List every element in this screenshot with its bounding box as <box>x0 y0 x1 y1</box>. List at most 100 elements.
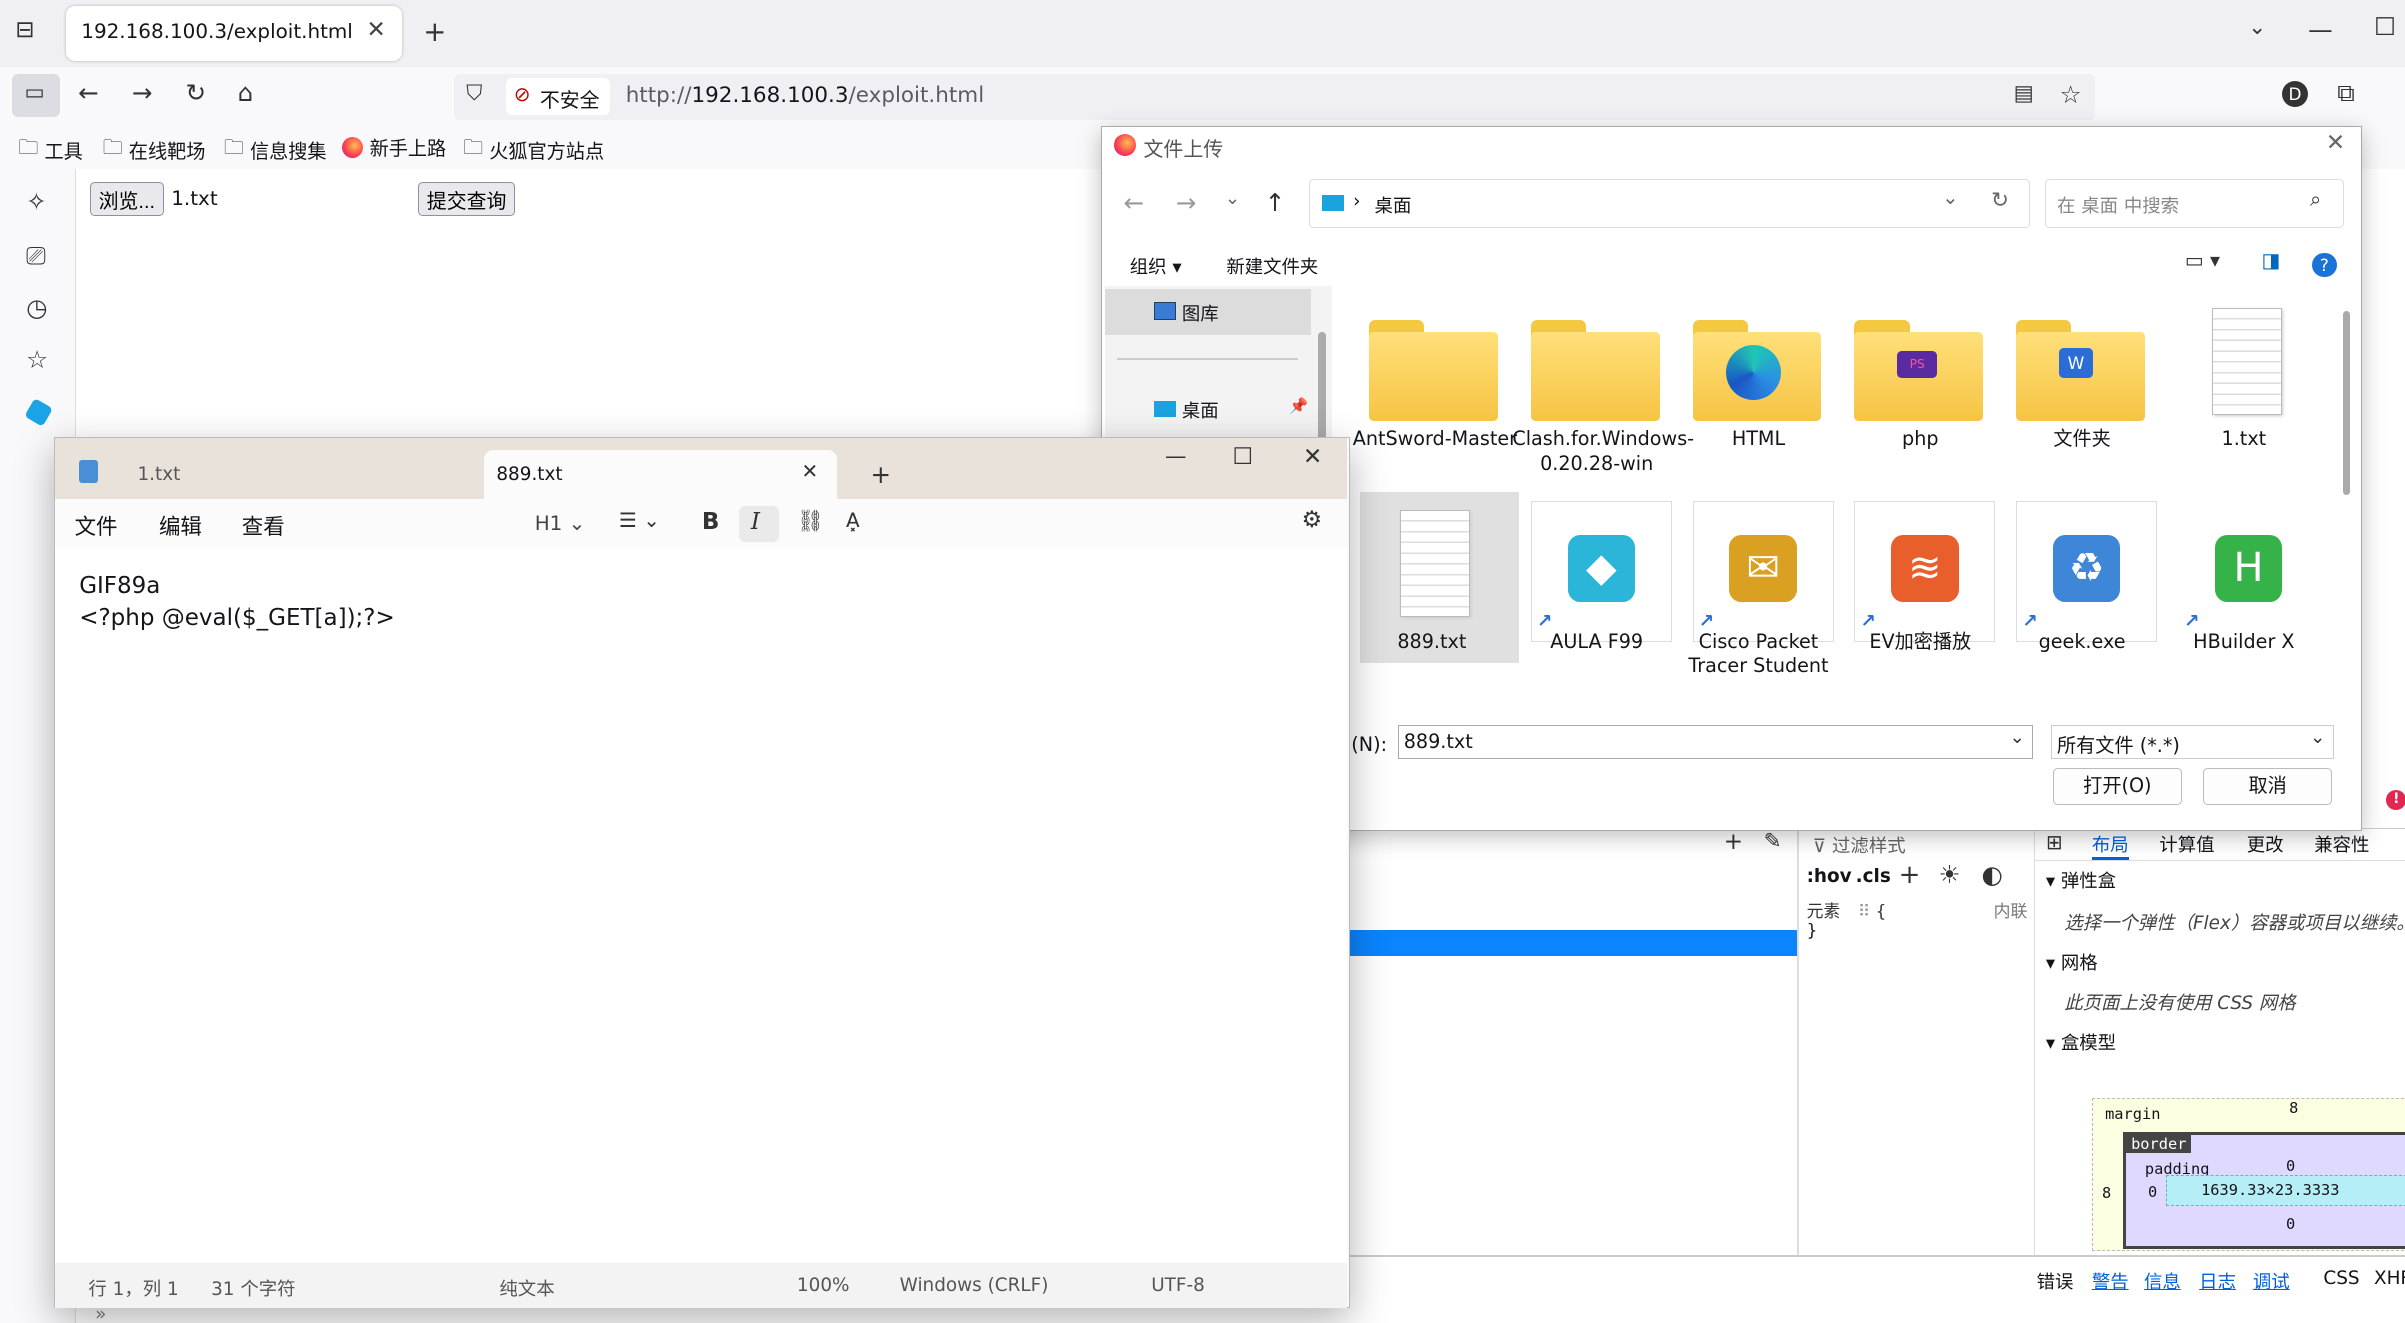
box-model-content[interactable]: 1639.33×23.3333 <box>2166 1175 2405 1206</box>
console-xhr[interactable]: XHR <box>2374 1268 2405 1289</box>
file-item[interactable]: ≋ ↗ EV加密播放 <box>1848 492 1996 661</box>
bookmark-star-icon[interactable]: ☆ <box>2060 80 2082 109</box>
nav-scrollbar[interactable] <box>1318 332 1326 448</box>
flexbox-section-header[interactable]: ▾ 弹性盒 <box>2046 867 2116 893</box>
filename-input[interactable]: 889.txt ⌄ <box>1398 724 2033 759</box>
console-css[interactable]: CSS <box>2323 1268 2359 1289</box>
file-item[interactable]: AntSword-Master <box>1353 289 1517 458</box>
forward-icon[interactable]: → <box>132 78 153 107</box>
chevron-down-icon[interactable]: ⌄ <box>1942 186 1959 209</box>
file-item[interactable]: ✉ ↗ Cisco Packet Tracer Student <box>1686 492 1834 677</box>
home-icon[interactable]: ⌂ <box>238 78 254 107</box>
security-indicator[interactable]: ⊘ 不安全 <box>506 78 611 115</box>
refresh-icon[interactable]: ↻ <box>1991 188 2009 213</box>
new-tab-icon[interactable]: + <box>423 15 446 48</box>
new-folder-button[interactable]: 新建文件夹 <box>1226 253 1318 279</box>
grid-section-header[interactable]: ▾ 网格 <box>2046 949 2098 975</box>
tab-1-txt[interactable]: 1.txt <box>137 464 180 485</box>
tab-computed[interactable]: 计算值 <box>2159 831 2214 857</box>
pseudo-class-toggle[interactable]: :hov <box>1807 866 1852 887</box>
link-icon[interactable]: ⛓ <box>797 509 824 534</box>
close-icon[interactable]: ✕ <box>367 17 386 43</box>
console-info[interactable]: 信息 <box>2144 1268 2181 1294</box>
file-item[interactable]: HTML <box>1686 289 1830 458</box>
close-icon[interactable]: ✕ <box>802 460 819 483</box>
overflow-chevron-icon[interactable]: » <box>95 1304 106 1323</box>
menu-file[interactable]: 文件 <box>75 510 118 541</box>
console-errors[interactable]: 错误 <box>2037 1268 2074 1294</box>
bookmark-getting-started[interactable]: 新手上路 <box>341 133 446 161</box>
file-item[interactable]: ♻ ↗ geek.exe <box>2010 492 2158 661</box>
italic-button[interactable]: I <box>738 505 779 543</box>
synced-tabs-icon[interactable]: ⎚ <box>26 241 46 270</box>
nav-item-desktop[interactable]: 桌面 📌 <box>1105 387 1311 430</box>
bookmark-tools[interactable]: 🗀 工具 <box>18 133 82 167</box>
close-icon[interactable]: ✕ <box>2326 130 2345 156</box>
tab-list-icon[interactable]: ⊟ <box>15 17 34 43</box>
chevron-down-icon[interactable]: ⌄ <box>2009 727 2024 748</box>
submit-button[interactable]: 提交查询 <box>418 182 516 217</box>
account-icon[interactable]: D <box>2281 81 2309 108</box>
layout-view-icon[interactable]: ⊞ <box>2046 831 2063 854</box>
shield-icon[interactable]: ⛉ <box>466 81 482 106</box>
reader-view-icon[interactable]: ▤ <box>2014 81 2034 106</box>
close-window-icon[interactable]: ✕ <box>1303 444 1322 470</box>
address-bar[interactable]: › 桌面 ⌄ ↻ <box>1309 178 2030 228</box>
view-options-icon[interactable]: ▭ ▾ <box>2185 249 2220 272</box>
class-toggle[interactable]: .cls <box>1856 866 1891 887</box>
file-item[interactable]: PS php <box>1848 289 1992 458</box>
console-debug[interactable]: 调试 <box>2253 1268 2290 1294</box>
light-mode-icon[interactable]: ☀ <box>1938 860 1960 889</box>
tab-layout[interactable]: 布局 <box>2091 831 2129 860</box>
tab-889-txt[interactable]: 889.txt ✕ <box>484 450 837 500</box>
search-box[interactable]: 在 桌面 中搜索 ⌕ <box>2045 178 2345 228</box>
tab-compatibility[interactable]: 兼容性 <box>2314 831 2369 857</box>
nav-item-gallery[interactable]: 图库 <box>1105 289 1311 336</box>
sidebar-toggle-button[interactable]: ▭ <box>12 73 60 117</box>
url-bar[interactable]: ⛉ ⊘ 不安全 http://192.168.100.3/exploit.html… <box>453 73 2095 120</box>
box-model-border[interactable]: border 0 padding 0 1639.33×23.3333 0 <box>2123 1132 2405 1249</box>
browser-tab[interactable]: 192.168.100.3/exploit.html ✕ <box>65 6 402 62</box>
history-icon[interactable]: ◷ <box>26 293 47 322</box>
bookmarks-icon[interactable]: ☆ <box>26 345 48 374</box>
file-item[interactable]: 1.txt <box>2172 289 2316 458</box>
console-logs[interactable]: 日志 <box>2199 1268 2236 1294</box>
filter-styles-input[interactable]: ⊽ 过滤样式 <box>1813 832 1906 858</box>
back-icon[interactable]: ← <box>1124 188 1145 217</box>
chevron-down-icon[interactable]: ⌄ <box>2248 15 2266 40</box>
spellcheck-icon[interactable]: A͓ <box>846 509 860 532</box>
console-warnings[interactable]: 警告 <box>2092 1268 2129 1294</box>
file-item[interactable]: ◆ ↗ AULA F99 <box>1525 492 1672 661</box>
file-item[interactable]: W 文件夹 <box>2010 289 2154 458</box>
chevron-down-icon[interactable]: ⌄ <box>2310 727 2325 748</box>
bold-icon[interactable]: B <box>702 509 720 535</box>
box-model-section-header[interactable]: ▾ 盒模型 <box>2046 1029 2116 1055</box>
organize-button[interactable]: 组织 ▾ <box>1130 253 1182 279</box>
dark-mode-icon[interactable]: ◐ <box>1981 860 2002 889</box>
open-button[interactable]: 打开(O) <box>2052 767 2182 805</box>
forward-icon[interactable]: → <box>1176 188 1197 217</box>
file-type-select[interactable]: 所有文件 (*.*) ⌄ <box>2051 724 2334 759</box>
file-item[interactable]: 889.txt <box>1359 491 1520 664</box>
file-item[interactable]: Clash.for.Windows-0.20.28-win <box>1512 289 1694 475</box>
up-icon[interactable]: ↑ <box>1265 188 1286 217</box>
eyedropper-icon[interactable]: ✎ <box>1764 829 1782 854</box>
maximize-icon[interactable]: ☐ <box>2374 12 2396 41</box>
recent-locations-icon[interactable]: ⌄ <box>1225 188 1240 209</box>
minimize-icon[interactable]: — <box>1165 444 1186 469</box>
cancel-button[interactable]: 取消 <box>2203 767 2333 805</box>
settings-gear-icon[interactable]: ⚙ <box>1301 507 1322 533</box>
file-grid-scrollbar[interactable] <box>2342 310 2351 495</box>
reload-icon[interactable]: ↻ <box>186 78 207 107</box>
help-icon[interactable]: ? <box>2312 252 2337 278</box>
add-node-icon[interactable]: + <box>1724 829 1743 855</box>
heading-dropdown[interactable]: H1 ⌄ <box>535 512 586 535</box>
back-icon[interactable]: ← <box>78 78 99 107</box>
menu-view[interactable]: 查看 <box>242 510 285 541</box>
box-model-margin[interactable]: margin 8 8 border 0 padding 0 1639.33×23… <box>2091 1097 2405 1251</box>
bookmark-firefox-site[interactable]: 🗀 火狐官方站点 <box>463 133 604 167</box>
maximize-icon[interactable]: ☐ <box>1232 444 1253 470</box>
error-badge-icon[interactable]: ! <box>2386 789 2405 810</box>
preview-pane-icon[interactable]: ◨ <box>2262 249 2281 272</box>
new-tab-icon[interactable]: + <box>871 460 892 489</box>
